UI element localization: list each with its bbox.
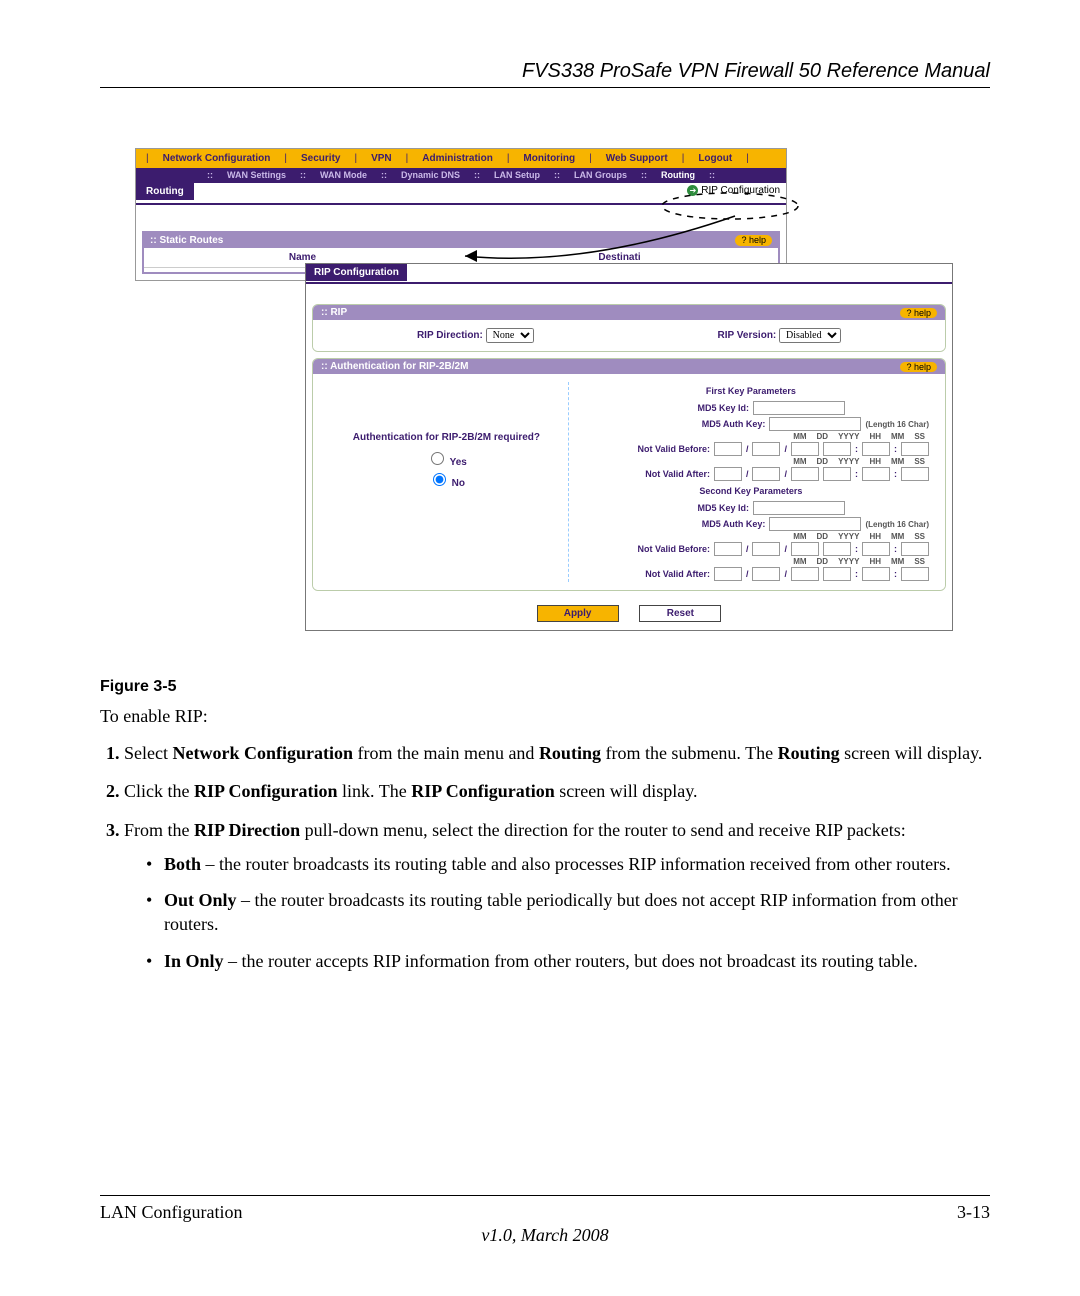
- date-input[interactable]: [901, 542, 929, 556]
- date-input[interactable]: [791, 442, 819, 456]
- rip-direction-label: RIP Direction:: [417, 330, 483, 341]
- menu-vpn[interactable]: VPN: [365, 151, 398, 166]
- length-note: (Length 16 Char): [865, 420, 929, 429]
- submenu-lan-setup[interactable]: LAN Setup: [490, 170, 544, 180]
- md5-id-input[interactable]: [753, 401, 845, 415]
- second-key-title: Second Key Parameters: [569, 482, 933, 500]
- main-menu: |Network Configuration |Security |VPN |A…: [136, 149, 786, 168]
- bullets-list: Both – the router broadcasts its routing…: [146, 852, 990, 973]
- footer-version: v1.0, March 2008: [100, 1225, 990, 1246]
- rip-direction-select[interactable]: None: [486, 328, 534, 343]
- auth-section-title: Authentication for RIP-2B/2M: [330, 361, 468, 372]
- first-key-title: First Key Parameters: [569, 382, 933, 400]
- button-row: Apply Reset: [306, 597, 952, 630]
- figure: |Network Configuration |Security |VPN |A…: [135, 148, 955, 658]
- rip-section-title: RIP: [330, 307, 347, 318]
- footer-section: LAN Configuration: [100, 1202, 242, 1223]
- apply-button[interactable]: Apply: [537, 605, 619, 622]
- md5-id-input[interactable]: [753, 501, 845, 515]
- date-input[interactable]: [823, 542, 851, 556]
- bullet-in-only: In Only – the router accepts RIP informa…: [146, 949, 990, 973]
- lead-text: To enable RIP:: [100, 706, 990, 727]
- page-footer: LAN Configuration 3-13 v1.0, March 2008: [100, 1195, 990, 1246]
- help-link[interactable]: ? help: [900, 308, 937, 318]
- figure-caption: Figure 3-5: [100, 678, 990, 696]
- date-input[interactable]: [714, 467, 742, 481]
- date-input[interactable]: [862, 467, 890, 481]
- rip-version-select[interactable]: Disabled: [779, 328, 841, 343]
- nvb-label: Not Valid Before:: [590, 444, 710, 454]
- md5-auth-input[interactable]: [769, 517, 861, 531]
- date-input[interactable]: [752, 467, 780, 481]
- date-input[interactable]: [714, 567, 742, 581]
- date-input[interactable]: [752, 567, 780, 581]
- date-input[interactable]: [901, 442, 929, 456]
- menu-monitoring[interactable]: Monitoring: [517, 151, 581, 166]
- submenu-lan-groups[interactable]: LAN Groups: [570, 170, 631, 180]
- submenu-wan-mode[interactable]: WAN Mode: [316, 170, 371, 180]
- tab-row: Routing ➔ RIP Configuration: [136, 182, 786, 205]
- submenu-routing[interactable]: Routing: [657, 170, 699, 180]
- help-link[interactable]: ? help: [735, 235, 772, 246]
- date-input[interactable]: [714, 442, 742, 456]
- sub-menu: ::WAN Settings ::WAN Mode ::Dynamic DNS …: [136, 168, 786, 182]
- date-input[interactable]: [823, 467, 851, 481]
- md5-auth-label: MD5 Auth Key:: [645, 419, 765, 429]
- date-input[interactable]: [862, 542, 890, 556]
- step-1: Select Network Configuration from the ma…: [124, 741, 990, 765]
- static-routes-title: :: Static Routes: [150, 235, 223, 246]
- menu-logout[interactable]: Logout: [692, 151, 738, 166]
- page-header: FVS338 ProSafe VPN Firewall 50 Reference…: [100, 60, 990, 88]
- date-input[interactable]: [752, 542, 780, 556]
- footer-pagenum: 3-13: [957, 1202, 990, 1223]
- date-input[interactable]: [862, 442, 890, 456]
- tab-routing[interactable]: Routing: [136, 183, 194, 200]
- auth-yes-radio[interactable]: [431, 452, 444, 465]
- step-3: From the RIP Direction pull-down menu, s…: [124, 818, 990, 973]
- date-input[interactable]: [823, 442, 851, 456]
- rip-section: :: RIP ? help RIP Direction: None RIP Ve…: [312, 304, 946, 352]
- steps-list: Select Network Configuration from the ma…: [124, 741, 990, 973]
- popup-tab: RIP Configuration: [306, 264, 407, 281]
- auth-section: :: Authentication for RIP-2B/2M ? help A…: [312, 358, 946, 591]
- date-input[interactable]: [752, 442, 780, 456]
- menu-admin[interactable]: Administration: [416, 151, 499, 166]
- bullet-out-only: Out Only – the router broadcasts its rou…: [146, 888, 990, 937]
- auth-no-radio[interactable]: [433, 473, 446, 486]
- date-input[interactable]: [791, 542, 819, 556]
- arrow-right-icon: ➔: [687, 185, 698, 196]
- router-window: |Network Configuration |Security |VPN |A…: [135, 148, 787, 281]
- auth-yes-label: Yes: [450, 457, 467, 468]
- md5-id-label: MD5 Key Id:: [629, 403, 749, 413]
- help-link[interactable]: ? help: [900, 362, 937, 372]
- rip-config-link-label: RIP Configuration: [701, 185, 780, 196]
- step-2: Click the RIP Configuration link. The RI…: [124, 779, 990, 803]
- date-input[interactable]: [823, 567, 851, 581]
- date-input[interactable]: [791, 567, 819, 581]
- bullet-both: Both – the router broadcasts its routing…: [146, 852, 990, 876]
- auth-question: Authentication for RIP-2B/2M required?: [325, 432, 568, 443]
- date-input[interactable]: [791, 467, 819, 481]
- nva-label: Not Valid After:: [590, 469, 710, 479]
- date-input[interactable]: [901, 567, 929, 581]
- submenu-wan-settings[interactable]: WAN Settings: [223, 170, 290, 180]
- reset-button[interactable]: Reset: [639, 605, 721, 622]
- submenu-ddns[interactable]: Dynamic DNS: [397, 170, 464, 180]
- menu-websupport[interactable]: Web Support: [600, 151, 674, 166]
- menu-security[interactable]: Security: [295, 151, 346, 166]
- menu-network[interactable]: Network Configuration: [157, 151, 277, 166]
- md5-auth-input[interactable]: [769, 417, 861, 431]
- auth-no-label: No: [452, 478, 465, 489]
- date-input[interactable]: [714, 542, 742, 556]
- date-input[interactable]: [901, 467, 929, 481]
- rip-version-label: RIP Version:: [718, 330, 777, 341]
- rip-config-popup: RIP Configuration :: RIP ? help RIP Dire…: [305, 263, 953, 631]
- date-input[interactable]: [862, 567, 890, 581]
- rip-config-link[interactable]: ➔ RIP Configuration: [687, 185, 780, 196]
